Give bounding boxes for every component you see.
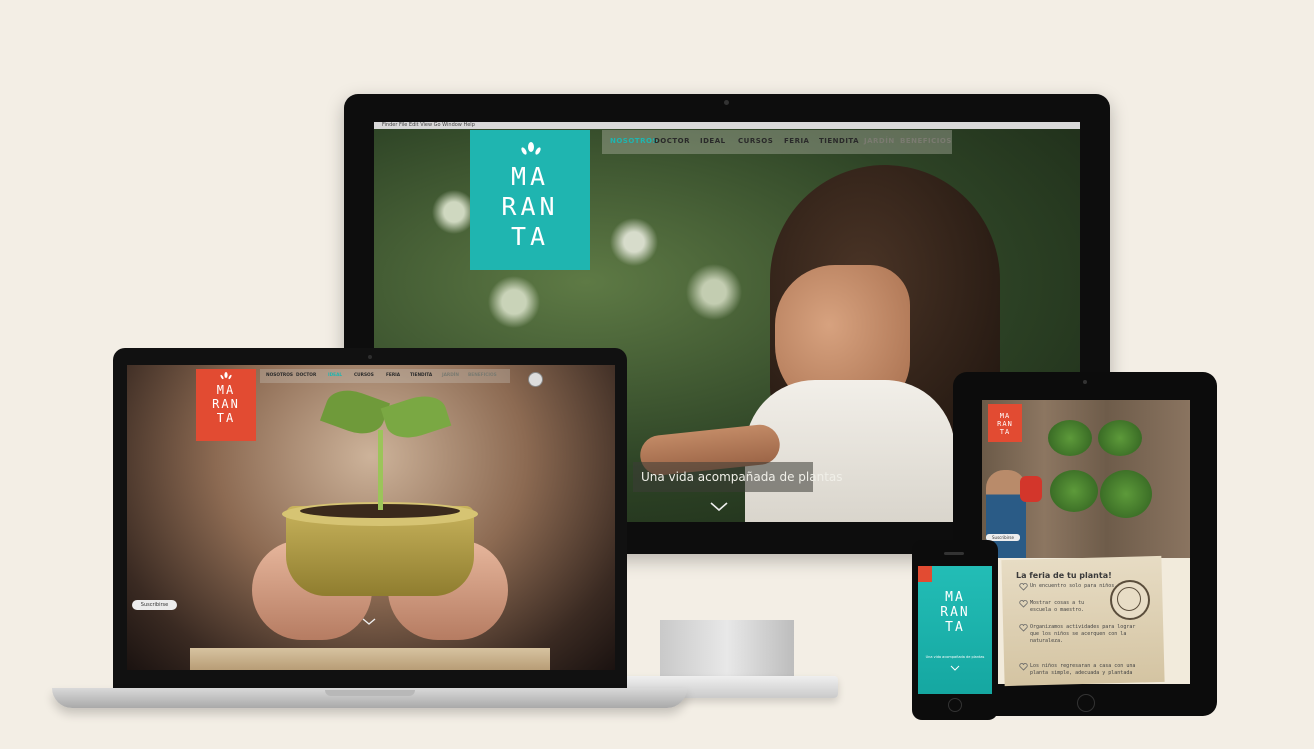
subscribe-badge[interactable]: Suscribirse xyxy=(132,600,177,610)
brand-logo-mini[interactable] xyxy=(918,566,932,582)
hero-sprout-stem xyxy=(378,430,383,510)
fair-title: La feria de tu planta! xyxy=(1016,571,1112,580)
brand-logo-text: MA RAN TA xyxy=(940,590,970,635)
home-button[interactable] xyxy=(948,698,962,712)
hanging-plant xyxy=(1048,420,1092,456)
nav-item-tiendita[interactable]: TIENDITA xyxy=(410,373,432,378)
camera-icon xyxy=(1083,380,1087,384)
hanging-plant xyxy=(1050,470,1098,512)
watering-can xyxy=(1020,476,1042,502)
hanging-plant xyxy=(1100,470,1152,518)
home-button[interactable] xyxy=(1077,694,1095,712)
hero-tagline: Una vida acompañada de plantas xyxy=(633,462,843,492)
desktop-nav: NOSOTROS DOCTOR IDEAL CURSOS FERIA TIEND… xyxy=(602,130,952,154)
nav-item-tiendita[interactable]: TIENDITA xyxy=(819,137,859,145)
monitor-stand xyxy=(660,620,794,680)
seal-stamp-inner xyxy=(1117,587,1141,611)
fair-line: Organizamos actividades para lograr xyxy=(1030,624,1136,630)
brand-logo[interactable]: MA RAN TA xyxy=(196,369,256,441)
brand-logo-text: MA RAN TA xyxy=(501,162,559,251)
nav-item-beneficios[interactable]: BENEFICIOS xyxy=(900,137,952,145)
hanging-plant xyxy=(1098,420,1142,456)
camera-icon xyxy=(724,100,729,105)
user-avatar[interactable] xyxy=(528,372,543,387)
fair-line: Mostrar cosas a tu xyxy=(1030,600,1085,606)
laptop-nav: NOSOTROS DOCTOR IDEAL CURSOS FERIA TIEND… xyxy=(260,369,510,383)
fair-line: Un encuentro solo para niños. xyxy=(1030,583,1118,589)
nav-item-cursos[interactable]: CURSOS xyxy=(354,373,374,378)
fair-line: planta simple, adecuada y plantada xyxy=(1030,670,1133,676)
nav-item-nosotros[interactable]: NOSOTROS xyxy=(610,137,658,145)
chevron-down-icon[interactable] xyxy=(362,618,376,626)
paper-strip xyxy=(190,648,550,670)
fair-line: escuela o maestro. xyxy=(1030,607,1085,613)
brand-logo[interactable]: MA RAN TA xyxy=(470,130,590,270)
brand-logo-text: MA RAN TA xyxy=(997,412,1013,436)
nav-item-beneficios[interactable]: BENEFICIOS xyxy=(468,373,497,378)
brand-logo-text: MA RAN TA xyxy=(212,383,240,425)
laptop-notch xyxy=(325,690,415,696)
nav-item-ideal[interactable]: IDEAL xyxy=(328,373,342,378)
fair-line: Los niños regresaran a casa con una xyxy=(1030,663,1136,669)
phone-tagline: Una vida acompañada de plantas xyxy=(925,655,985,659)
nav-item-jardin[interactable]: JARDÍN xyxy=(864,137,895,145)
os-menubar xyxy=(374,122,1080,129)
fair-line: que los niños se acerquen con la xyxy=(1030,631,1127,637)
fair-line: naturaleza. xyxy=(1030,638,1064,644)
os-menubar-text: Finder File Edit View Go Window Help xyxy=(382,122,475,128)
nav-item-cursos[interactable]: CURSOS xyxy=(738,137,773,145)
sprout-icon xyxy=(220,372,232,380)
chevron-down-icon[interactable] xyxy=(710,502,728,512)
heart-bullet-icons xyxy=(1019,583,1028,671)
nav-item-jardin[interactable]: JARDÍN xyxy=(442,373,459,378)
nav-item-doctor[interactable]: DOCTOR xyxy=(654,137,690,145)
nav-item-ideal[interactable]: IDEAL xyxy=(700,137,726,145)
nav-item-feria[interactable]: FERIA xyxy=(386,373,400,378)
chevron-down-icon[interactable] xyxy=(950,665,960,671)
sprout-icon xyxy=(521,142,541,155)
phone-speaker xyxy=(944,552,964,555)
nav-item-nosotros[interactable]: NOSOTROS xyxy=(266,373,293,378)
camera-icon xyxy=(368,355,372,359)
nav-item-doctor[interactable]: DOCTOR xyxy=(296,373,316,378)
nav-item-feria[interactable]: FERIA xyxy=(784,137,809,145)
brand-logo[interactable]: MA RAN TA xyxy=(988,404,1022,442)
